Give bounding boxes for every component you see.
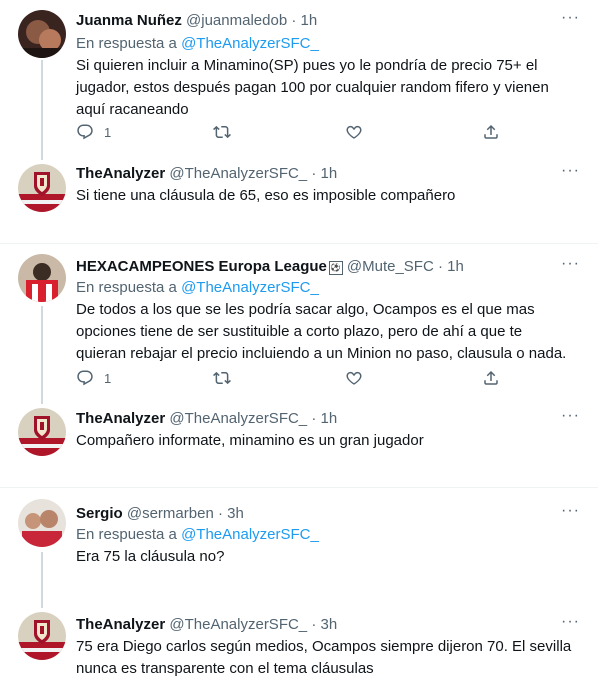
tweet-text: Si tiene una cláusula de 65, eso es impo… (76, 187, 456, 204)
reply-to-link[interactable]: @TheAnalyzerSFC_ (181, 279, 319, 296)
author-handle[interactable]: @juanmaledob (186, 12, 287, 29)
author-handle[interactable]: @TheAnalyzerSFC_ (169, 410, 307, 427)
timestamp[interactable]: 3h (227, 505, 244, 522)
timestamp[interactable]: 1h (301, 12, 318, 29)
author-handle[interactable]: @sermarben (127, 505, 214, 522)
like-button[interactable] (345, 368, 363, 388)
reply-prefix: En respuesta a (76, 279, 177, 296)
timestamp[interactable]: 1h (321, 410, 338, 427)
author-handle[interactable]: @TheAnalyzerSFC_ (169, 165, 307, 182)
tweet-text: De todos a los que se les podría sacar a… (76, 301, 567, 362)
avatar[interactable] (18, 254, 66, 302)
reply-to-link[interactable]: @TheAnalyzerSFC_ (181, 35, 319, 52)
timestamp[interactable]: 3h (321, 616, 338, 633)
retweet-icon (213, 123, 231, 141)
share-button[interactable] (482, 122, 500, 142)
badge-icon: ⚽ (328, 261, 343, 275)
like-icon (345, 369, 363, 387)
avatar[interactable] (18, 408, 66, 456)
author-name[interactable]: TheAnalyzer (76, 410, 165, 427)
avatar[interactable] (18, 612, 66, 660)
author-name[interactable]: TheAnalyzer (76, 165, 165, 182)
more-icon[interactable]: ··· (561, 502, 580, 520)
tweet[interactable]: TheAnalyzer @TheAnalyzerSFC_ · 1h ··· Si… (0, 156, 598, 244)
reply-icon (76, 123, 94, 141)
thread-line (41, 552, 43, 608)
tweet-text: 75 era Diego carlos según medios, Ocampo… (76, 638, 572, 677)
tweet-text: Compañero informate, minamino es un gran… (76, 432, 424, 449)
author-name[interactable]: TheAnalyzer (76, 616, 165, 633)
avatar[interactable] (18, 164, 66, 212)
timestamp[interactable]: 1h (447, 258, 464, 275)
reply-count: 1 (104, 124, 112, 140)
reply-button[interactable]: 1 (76, 368, 111, 388)
timestamp[interactable]: 1h (321, 165, 338, 182)
reply-context: En respuesta a @TheAnalyzerSFC_ (76, 279, 319, 296)
action-bar: 1 (76, 122, 506, 142)
separator: · (311, 616, 317, 633)
avatar[interactable] (18, 10, 66, 58)
reply-to-link[interactable]: @TheAnalyzerSFC_ (181, 526, 319, 543)
tweet[interactable]: HEXACAMPEONES Europa League ⚽ @Mute_SFC · … (0, 244, 598, 398)
thread-line (41, 306, 43, 404)
author-name[interactable]: Juanma Nuñez (76, 12, 182, 29)
reply-button[interactable]: 1 (76, 122, 111, 142)
tweet[interactable]: Juanma Nuñez @juanmaledob · 1h ··· En re… (0, 0, 598, 156)
reply-prefix: En respuesta a (76, 526, 177, 543)
author-handle[interactable]: @TheAnalyzerSFC_ (169, 616, 307, 633)
share-icon (482, 123, 500, 141)
separator: · (311, 165, 317, 182)
reply-icon (76, 369, 94, 387)
tweet[interactable]: TheAnalyzer @TheAnalyzerSFC_ · 3h ··· 75… (0, 602, 598, 681)
more-icon[interactable]: ··· (561, 407, 580, 425)
retweet-button[interactable] (213, 368, 231, 388)
reply-prefix: En respuesta a (76, 35, 177, 52)
retweet-button[interactable] (213, 122, 231, 142)
retweet-icon (213, 369, 231, 387)
reply-count: 1 (104, 370, 112, 386)
like-icon (345, 123, 363, 141)
separator: · (217, 505, 223, 522)
tweet-text: Era 75 la cláusula no? (76, 548, 225, 565)
thread-line (41, 60, 43, 160)
like-button[interactable] (345, 122, 363, 142)
share-button[interactable] (482, 368, 500, 388)
author-name[interactable]: HEXACAMPEONES Europa League (76, 258, 327, 275)
tweet[interactable]: Sergio @sermarben · 3h ··· En respuesta … (0, 488, 598, 602)
author-name[interactable]: Sergio (76, 505, 123, 522)
more-icon[interactable]: ··· (561, 255, 580, 273)
reply-context: En respuesta a @TheAnalyzerSFC_ (76, 526, 319, 543)
separator: · (437, 258, 443, 275)
more-icon[interactable]: ··· (561, 613, 580, 631)
separator: · (291, 12, 297, 29)
avatar[interactable] (18, 499, 66, 547)
share-icon (482, 369, 500, 387)
tweet[interactable]: TheAnalyzer @TheAnalyzerSFC_ · 1h ··· Co… (0, 398, 598, 486)
more-icon[interactable]: ··· (561, 162, 580, 180)
separator: · (311, 410, 317, 427)
more-icon[interactable]: ··· (561, 9, 580, 27)
reply-context: En respuesta a @TheAnalyzerSFC_ (76, 35, 319, 52)
tweet-text: Si quieren incluir a Minamino(SP) pues y… (76, 57, 549, 118)
action-bar: 1 (76, 368, 506, 388)
author-handle[interactable]: @Mute_SFC (347, 258, 434, 275)
